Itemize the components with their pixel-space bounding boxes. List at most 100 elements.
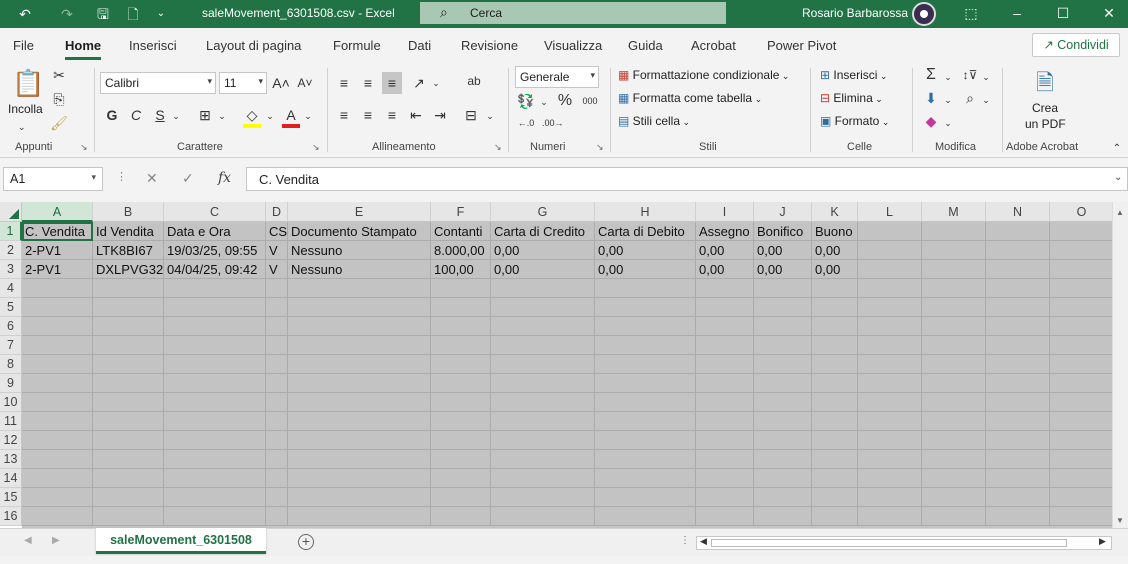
table-cell[interactable] [288,374,431,393]
table-cell[interactable] [431,431,491,450]
table-cell[interactable] [922,431,986,450]
table-cell[interactable] [93,317,164,336]
table-cell[interactable] [812,336,858,355]
table-cell[interactable] [1050,279,1114,298]
table-cell[interactable] [93,469,164,488]
table-cell[interactable] [595,393,696,412]
percent-button[interactable]: % [556,92,574,110]
table-cell[interactable] [595,469,696,488]
table-cell[interactable] [812,355,858,374]
table-cell[interactable] [288,355,431,374]
table-cell[interactable] [595,488,696,507]
table-cell[interactable]: 0,00 [696,260,754,279]
tab-power-pivot[interactable]: Power Pivot [767,38,836,53]
number-launcher-icon[interactable]: ↘ [596,142,604,153]
tab-formulas[interactable]: Formule [333,38,381,53]
thousands-separator-button[interactable]: 000 [580,92,600,110]
table-cell[interactable] [431,298,491,317]
table-cell[interactable]: Nessuno [288,241,431,260]
table-cell[interactable] [288,298,431,317]
table-cell[interactable] [288,431,431,450]
undo-icon[interactable]: ↶ [14,4,36,24]
paste-dropdown-icon[interactable]: ⌄ [18,118,26,136]
table-cell[interactable]: 0,00 [491,241,595,260]
row-header[interactable]: 7 [0,336,22,355]
table-cell[interactable] [754,450,812,469]
table-cell[interactable] [858,431,922,450]
prev-sheet-icon[interactable]: ◀ [24,535,32,546]
table-cell[interactable] [22,374,93,393]
insert-function-button[interactable]: fx [218,170,231,186]
table-cell[interactable] [431,412,491,431]
table-cell[interactable] [491,336,595,355]
table-cell[interactable] [93,393,164,412]
table-cell[interactable] [491,317,595,336]
table-cell[interactable] [812,469,858,488]
table-cell[interactable] [93,488,164,507]
table-cell[interactable] [922,260,986,279]
table-cell[interactable] [986,317,1050,336]
column-header[interactable]: C [164,202,266,222]
table-cell[interactable] [595,336,696,355]
table-cell[interactable] [266,279,288,298]
table-cell[interactable]: Nessuno [288,260,431,279]
row-header[interactable]: 16 [0,507,22,526]
sort-filter-dropdown-icon[interactable]: ⌄ [980,68,992,86]
table-cell[interactable] [491,355,595,374]
table-cell[interactable] [1050,317,1114,336]
expand-formula-bar-icon[interactable]: ⌄ [1114,172,1122,183]
table-cell[interactable] [922,507,986,526]
table-cell[interactable] [431,374,491,393]
table-cell[interactable] [93,450,164,469]
fill-color-icon[interactable]: ◇ [243,106,261,128]
table-cell[interactable] [858,469,922,488]
table-cell[interactable] [812,317,858,336]
table-cell[interactable] [266,336,288,355]
table-cell[interactable] [1050,469,1114,488]
table-cell[interactable] [595,298,696,317]
formula-input[interactable]: C. Vendita [246,167,1128,191]
decrease-indent-icon[interactable]: ⇤ [408,106,424,124]
new-file-icon[interactable]: 🗋 [122,4,144,24]
table-cell[interactable] [288,450,431,469]
italic-button[interactable]: C [128,106,144,124]
column-header[interactable]: D [266,202,288,222]
customize-quick-access-icon[interactable]: ⌄ [150,4,172,24]
table-cell[interactable] [812,488,858,507]
font-size-dropdown[interactable]: 11 ▾ [219,72,267,94]
sort-filter-icon[interactable]: ↕⊽ [960,66,980,84]
table-cell[interactable]: 0,00 [754,241,812,260]
redo-icon[interactable]: ↷ [56,4,78,24]
table-cell[interactable] [266,507,288,526]
accounting-format-icon[interactable]: 💱 [516,92,536,110]
table-cell[interactable] [93,374,164,393]
table-cell[interactable]: Carta di Credito [491,222,595,241]
table-cell[interactable] [431,469,491,488]
table-cell[interactable] [431,450,491,469]
table-cell[interactable] [164,488,266,507]
table-cell[interactable] [696,393,754,412]
table-cell[interactable] [696,317,754,336]
table-cell[interactable] [696,488,754,507]
table-cell[interactable] [754,279,812,298]
table-cell[interactable] [754,507,812,526]
table-cell[interactable] [754,374,812,393]
table-cell[interactable]: DXLPVG32 [93,260,164,279]
tab-insert[interactable]: Inserisci [129,38,177,53]
table-cell[interactable] [595,355,696,374]
row-header[interactable]: 9 [0,374,22,393]
borders-dropdown-icon[interactable]: ⌄ [216,107,228,125]
alignment-launcher-icon[interactable]: ↘ [494,142,502,153]
font-color-dropdown-icon[interactable]: ⌄ [302,107,314,125]
underline-button[interactable]: S [152,106,168,124]
table-cell[interactable]: Assegno [696,222,754,241]
cell-area[interactable]: C. Vendita Id Vendita Data e Ora CS Document… [22,222,1114,528]
table-cell[interactable] [164,355,266,374]
table-cell[interactable] [164,393,266,412]
table-cell[interactable] [491,450,595,469]
table-cell[interactable] [164,336,266,355]
merge-dropdown-icon[interactable]: ⌄ [484,107,496,125]
table-cell[interactable] [986,374,1050,393]
table-cell[interactable] [491,374,595,393]
table-cell[interactable] [858,507,922,526]
